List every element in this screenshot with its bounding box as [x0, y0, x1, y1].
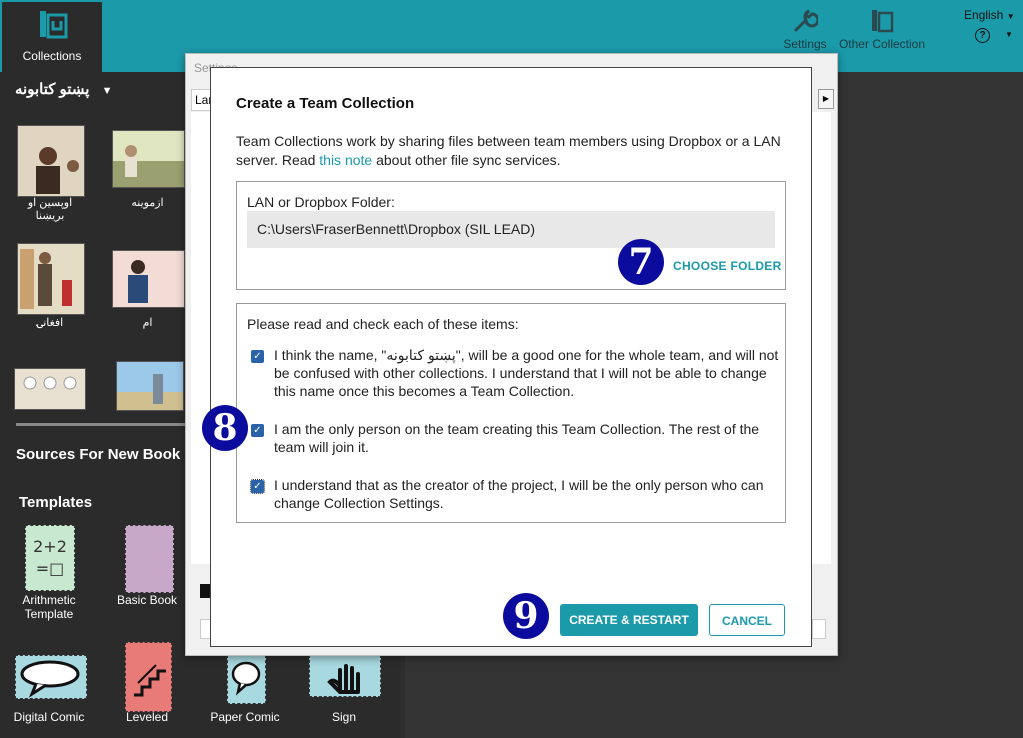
book-thumbnail[interactable] — [17, 243, 85, 315]
callout-badge-8: 8 — [202, 405, 248, 451]
other-collection-label: Other Collection — [838, 37, 926, 51]
template-label: Digital Comic — [13, 710, 85, 724]
help-icon[interactable]: ? — [975, 28, 990, 43]
checkbox-settings-owner[interactable]: ✓ — [250, 479, 265, 494]
book-cover-image — [15, 369, 85, 409]
this-note-link[interactable]: this note — [319, 152, 372, 168]
collections-tab[interactable]: Collections — [2, 2, 102, 72]
template-paper-comic[interactable] — [227, 655, 266, 704]
book-cover-image — [117, 362, 183, 410]
speech-bubble-icon — [231, 661, 261, 696]
template-label: Sign — [331, 710, 357, 724]
language-label: English — [964, 8, 1004, 22]
folder-path-field[interactable]: C:\Users\FraserBennett\Dropbox (SIL LEAD… — [247, 211, 775, 248]
sources-heading: Sources For New Book — [16, 446, 181, 463]
dialog-title: Create a Team Collection — [236, 95, 415, 112]
templates-heading: Templates — [19, 494, 93, 511]
book-thumbnail[interactable] — [116, 361, 184, 411]
check-item-only-person: I am the only person on the team creatin… — [274, 421, 760, 455]
book-cover-image — [113, 131, 184, 187]
template-label: Leveled — [125, 710, 169, 724]
help-menu-chevron-icon[interactable]: ▼ — [1005, 30, 1013, 39]
book-thumbnail[interactable] — [14, 368, 86, 410]
template-leveled[interactable] — [125, 642, 172, 712]
settings-button[interactable]: Settings — [783, 8, 827, 51]
choose-folder-button[interactable]: CHOOSE FOLDER — [673, 259, 782, 273]
checkbox-only-creator[interactable]: ✓ — [251, 424, 264, 437]
language-menu[interactable]: English ▼ — [964, 8, 1015, 22]
settings-label: Settings — [783, 37, 827, 51]
collections-tab-label: Collections — [22, 49, 82, 63]
template-label: Basic Book — [116, 593, 178, 607]
check-item-name: I think the name, "پښتو کتابونه", will b… — [274, 347, 779, 399]
intro-text-after: about other file sync services. — [372, 152, 561, 168]
dialog-intro: Team Collections work by sharing files b… — [236, 132, 791, 170]
other-collection-icon — [872, 10, 894, 33]
template-label: Paper Comic — [210, 710, 280, 724]
template-digital-comic[interactable] — [15, 655, 87, 699]
callout-badge-7: 7 — [618, 239, 664, 285]
cancel-button[interactable]: CANCEL — [709, 604, 785, 636]
settings-input-right[interactable] — [812, 619, 826, 639]
arithmetic-icon: 2+2 =□ — [33, 537, 67, 578]
book-title: اوپسین او بریښنا — [27, 197, 73, 222]
book-cover-image — [18, 126, 84, 196]
book-cover-image — [18, 244, 84, 314]
hand-sign-icon — [327, 664, 360, 694]
book-title: ازموینه — [131, 197, 164, 209]
collection-title[interactable]: پښتو کتابونه ▼ — [15, 80, 112, 98]
team-collection-dialog: Create a Team Collection Team Collection… — [202, 67, 812, 647]
callout-badge-9: 9 — [503, 593, 549, 639]
stairs-icon — [134, 664, 166, 697]
checklist-section: Please read and check each of these item… — [236, 303, 786, 523]
chevron-down-icon: ▼ — [101, 85, 113, 97]
check-item-settings: I understand that as the creator of the … — [274, 477, 764, 511]
speech-bubble-icon — [20, 660, 80, 698]
collection-title-text: پښتو کتابونه — [15, 81, 90, 98]
chevron-down-icon: ▼ — [1006, 12, 1015, 21]
book-title: افغانۍ — [36, 317, 64, 329]
folder-label: LAN or Dropbox Folder: — [247, 194, 395, 210]
create-restart-button[interactable]: CREATE & RESTART — [560, 604, 698, 636]
template-basic-book[interactable] — [125, 525, 174, 593]
checkbox-name-ok[interactable]: ✓ — [251, 350, 264, 363]
book-thumbnail[interactable] — [112, 130, 185, 188]
book-thumbnail[interactable] — [112, 250, 185, 308]
book-title: ام — [142, 317, 153, 329]
other-collection-button[interactable]: Other Collection — [836, 8, 928, 51]
tab-scroll-right[interactable]: ▶ — [818, 89, 834, 109]
template-arithmetic[interactable]: 2+2 =□ — [25, 525, 75, 591]
collections-icon — [40, 11, 68, 39]
folder-section: LAN or Dropbox Folder: C:\Users\FraserBe… — [236, 181, 786, 290]
template-label: Arithmetic Template — [22, 593, 76, 621]
template-sign[interactable] — [309, 655, 381, 697]
book-thumbnail[interactable] — [17, 125, 85, 197]
book-cover-image — [113, 251, 184, 307]
checklist-heading: Please read and check each of these item… — [247, 316, 519, 332]
wrench-icon — [794, 9, 820, 32]
